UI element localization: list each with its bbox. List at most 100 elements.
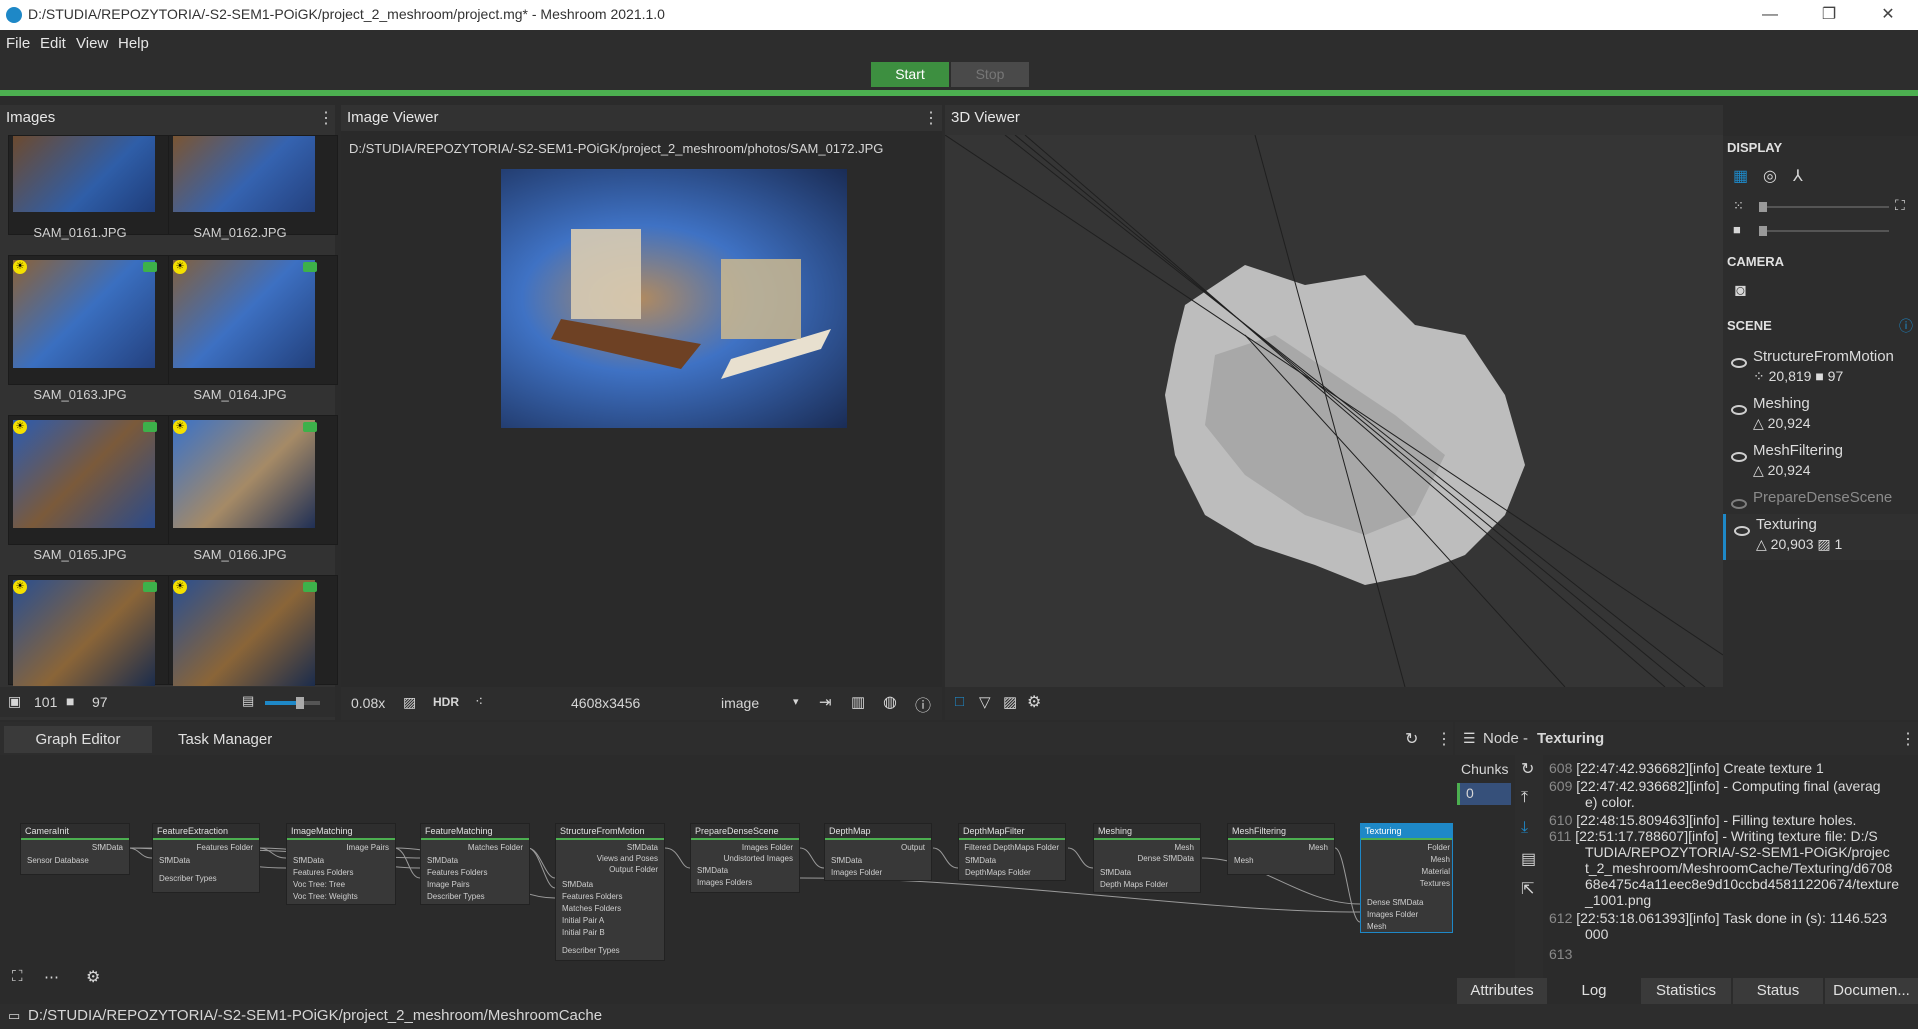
- node-output[interactable]: Matches Folder: [468, 843, 523, 852]
- thumbnail[interactable]: ☀: [8, 575, 178, 686]
- triangle-filter-icon[interactable]: ▽: [979, 693, 991, 711]
- tab-task-manager[interactable]: Task Manager: [168, 726, 282, 753]
- refresh-icon[interactable]: ↻: [1405, 729, 1418, 749]
- camera-snapshot-icon[interactable]: ◙: [1735, 280, 1746, 301]
- eye-hidden-icon[interactable]: [1731, 499, 1747, 509]
- tab-graph-editor[interactable]: Graph Editor: [4, 726, 152, 753]
- graph-node-meshing[interactable]: Meshing Mesh Dense SfMData SfMData Depth…: [1093, 823, 1201, 893]
- node-input[interactable]: Describer Types: [159, 874, 217, 883]
- node-output[interactable]: Views and Poses: [597, 854, 658, 863]
- node-input[interactable]: Initial Pair A: [562, 916, 604, 925]
- node-input[interactable]: SfMData: [1100, 868, 1131, 877]
- chunk-item[interactable]: 0: [1457, 783, 1511, 805]
- hdr-toggle[interactable]: HDR: [433, 695, 459, 709]
- node-input[interactable]: Images Folder: [1367, 910, 1418, 919]
- eye-icon[interactable]: [1731, 405, 1747, 415]
- node-output[interactable]: Mesh: [1308, 843, 1328, 852]
- close-button[interactable]: ✕: [1865, 3, 1911, 27]
- node-input[interactable]: SfMData: [965, 856, 996, 865]
- images-menu-icon[interactable]: ⋮: [318, 108, 334, 128]
- node-output[interactable]: Output Folder: [609, 865, 658, 874]
- stop-button[interactable]: Stop: [951, 62, 1029, 87]
- graph-node-meshfiltering[interactable]: MeshFiltering Mesh Mesh: [1227, 823, 1335, 875]
- node-output[interactable]: Image Pairs: [346, 843, 389, 852]
- clipboard-icon[interactable]: ▤: [1521, 849, 1536, 869]
- node-menu-icon[interactable]: ⋮: [1900, 729, 1916, 749]
- thumbnail[interactable]: ☀: [168, 255, 338, 385]
- menu-file[interactable]: File: [6, 35, 30, 52]
- viewer-3d-canvas[interactable]: [945, 135, 1723, 687]
- node-input[interactable]: Describer Types: [562, 946, 620, 955]
- fit-icon[interactable]: ⛶: [1895, 197, 1905, 214]
- node-output[interactable]: Material: [1422, 867, 1450, 876]
- slider-handle[interactable]: [1759, 226, 1767, 236]
- node-output[interactable]: Output: [901, 843, 925, 852]
- image-viewer-menu-icon[interactable]: ⋮: [923, 108, 939, 128]
- scene-item-texturing[interactable]: Texturing △ 20,903 ▨ 1: [1723, 514, 1918, 560]
- eye-icon[interactable]: [1731, 452, 1747, 462]
- node-input[interactable]: SfMData: [159, 856, 190, 865]
- globe-icon[interactable]: ◍: [883, 692, 897, 712]
- tab-documentation[interactable]: Documen...: [1825, 978, 1918, 1004]
- node-input[interactable]: Features Folders: [427, 868, 487, 877]
- thumbnail[interactable]: ☀: [168, 575, 338, 686]
- graph-node-imagematching[interactable]: ImageMatching Image Pairs SfMData Featur…: [286, 823, 396, 905]
- node-input[interactable]: Mesh: [1234, 856, 1254, 865]
- tab-log[interactable]: Log: [1549, 978, 1639, 1004]
- graph-node-texturing[interactable]: Texturing Folder Mesh Material Textures …: [1360, 823, 1453, 933]
- node-input[interactable]: SfMData: [831, 856, 862, 865]
- node-output[interactable]: Folder: [1427, 843, 1450, 852]
- scene-item-meshfiltering[interactable]: MeshFiltering △ 20,924: [1723, 440, 1918, 486]
- node-input[interactable]: Sensor Database: [27, 856, 89, 865]
- maximize-button[interactable]: ❐: [1806, 3, 1852, 27]
- graph-node-featureextraction[interactable]: FeatureExtraction Features Folder SfMDat…: [152, 823, 260, 893]
- slider-handle[interactable]: [1759, 202, 1767, 212]
- graph-node-camerainit[interactable]: CameraInit SfMData Sensor Database: [20, 823, 130, 875]
- node-input[interactable]: Images Folder: [831, 868, 882, 877]
- thumbnail[interactable]: [168, 135, 338, 235]
- node-input[interactable]: Describer Types: [427, 892, 485, 901]
- node-input[interactable]: SfMData: [697, 866, 728, 875]
- node-output[interactable]: Images Folder: [742, 843, 793, 852]
- node-output[interactable]: Mesh: [1174, 843, 1194, 852]
- axis-icon[interactable]: ⅄: [1793, 166, 1803, 186]
- node-output[interactable]: Dense SfMData: [1138, 854, 1194, 863]
- image-mode-select[interactable]: image: [721, 695, 759, 711]
- slider-handle[interactable]: [296, 697, 304, 709]
- node-input[interactable]: Matches Folders: [562, 904, 621, 913]
- hatch-icon[interactable]: ▨: [403, 694, 416, 711]
- menu-view[interactable]: View: [76, 35, 108, 52]
- menu-edit[interactable]: Edit: [40, 35, 66, 52]
- node-input[interactable]: SfMData: [293, 856, 324, 865]
- point-size-slider[interactable]: [1759, 202, 1889, 212]
- camera-scale-slider[interactable]: [1759, 226, 1889, 236]
- thumbnail[interactable]: ☀: [168, 415, 338, 545]
- node-input[interactable]: Depth Maps Folder: [1100, 880, 1168, 889]
- node-output[interactable]: Mesh: [1430, 855, 1450, 864]
- bounding-box-icon[interactable]: □: [955, 693, 964, 710]
- node-input[interactable]: Voc Tree: Weights: [293, 892, 358, 901]
- refresh-log-icon[interactable]: ↻: [1521, 759, 1534, 779]
- scroll-bottom-icon[interactable]: ⤓: [1521, 819, 1528, 837]
- node-input[interactable]: SfMData: [427, 856, 458, 865]
- node-output[interactable]: SfMData: [627, 843, 658, 852]
- node-input[interactable]: DepthMaps Folder: [965, 868, 1031, 877]
- fit-graph-icon[interactable]: ⛶: [12, 968, 23, 985]
- histogram-icon[interactable]: ▥: [851, 693, 865, 711]
- menu-help[interactable]: Help: [118, 35, 149, 52]
- node-input[interactable]: Initial Pair B: [562, 928, 605, 937]
- node-output[interactable]: Undistorted Images: [724, 854, 793, 863]
- open-external-icon[interactable]: ⇱: [1521, 879, 1534, 899]
- graph-node-depthmapfilter[interactable]: DepthMapFilter Filtered DepthMaps Folder…: [958, 823, 1066, 881]
- wireframe-icon[interactable]: ▨: [1003, 693, 1017, 711]
- tab-statistics[interactable]: Statistics: [1641, 978, 1731, 1004]
- viewer-image[interactable]: [501, 169, 847, 428]
- node-output[interactable]: Features Folder: [197, 843, 253, 852]
- node-input[interactable]: SfMData: [562, 880, 593, 889]
- node-input[interactable]: Features Folders: [293, 868, 353, 877]
- thumbnail[interactable]: [8, 135, 178, 235]
- scene-info-icon[interactable]: ⓘ: [1899, 316, 1913, 336]
- thumbnail-size-slider[interactable]: [265, 697, 320, 709]
- start-button[interactable]: Start: [871, 62, 949, 87]
- scene-item-structurefrommotion[interactable]: StructureFromMotion ⁘ 20,819 ■ 97: [1723, 346, 1918, 392]
